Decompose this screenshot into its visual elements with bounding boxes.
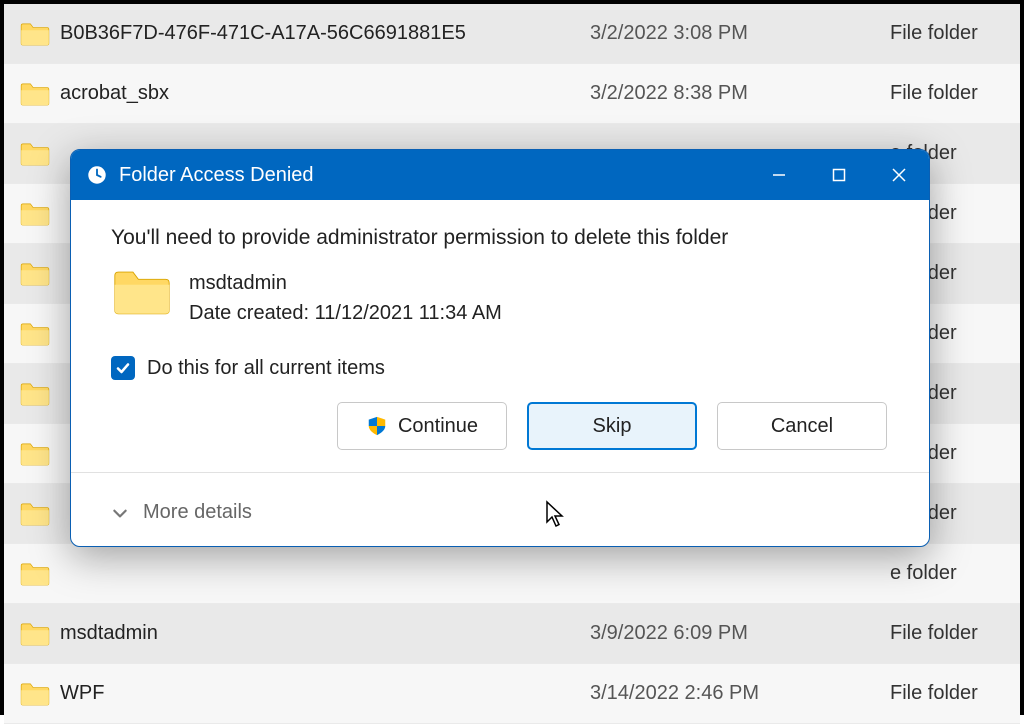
folder-icon (20, 322, 50, 346)
dialog-title: Folder Access Denied (119, 164, 314, 187)
file-type: File folder (890, 22, 1010, 45)
clock-icon (85, 163, 109, 187)
folder-icon (20, 562, 50, 586)
chevron-down-icon (111, 504, 129, 522)
folder-icon (20, 262, 50, 286)
file-name: B0B36F7D-476F-471C-A17A-56C6691881E5 (60, 22, 590, 45)
folder-icon (20, 202, 50, 226)
more-details-label: More details (143, 501, 252, 524)
file-type: File folder (890, 82, 1010, 105)
file-date: 3/14/2022 2:46 PM (590, 682, 890, 705)
folder-icon (20, 442, 50, 466)
folder-icon (20, 142, 50, 166)
button-label: Cancel (771, 415, 833, 438)
folder-icon (20, 502, 50, 526)
folder-icon (20, 622, 50, 646)
checkbox-label: Do this for all current items (147, 357, 385, 380)
folder-icon (113, 268, 171, 316)
file-date: 3/9/2022 6:09 PM (590, 622, 890, 645)
dialog-folder-date: Date created: 11/12/2021 11:34 AM (189, 298, 502, 328)
table-row[interactable]: WPF3/14/2022 2:46 PMFile folder (4, 664, 1020, 724)
file-type: File folder (890, 622, 1010, 645)
table-row[interactable]: B0B36F7D-476F-471C-A17A-56C6691881E53/2/… (4, 4, 1020, 64)
folder-icon (20, 82, 50, 106)
more-details-toggle[interactable]: More details (71, 483, 929, 546)
file-type: File folder (890, 682, 1010, 705)
dialog-titlebar: Folder Access Denied (71, 150, 929, 200)
dialog-folder-name: msdtadmin (189, 268, 502, 298)
table-row[interactable]: msdtadmin3/9/2022 6:09 PMFile folder (4, 604, 1020, 664)
folder-icon (20, 682, 50, 706)
folder-icon (20, 22, 50, 46)
table-row[interactable]: e folder (4, 544, 1020, 604)
file-date: 3/2/2022 3:08 PM (590, 22, 890, 45)
file-type: e folder (890, 562, 1010, 585)
minimize-button[interactable] (749, 150, 809, 200)
skip-button[interactable]: Skip (527, 402, 697, 450)
button-label: Skip (593, 415, 632, 438)
folder-access-denied-dialog: Folder Access Denied You'll need to prov… (70, 149, 930, 547)
button-label: Continue (398, 415, 478, 438)
file-date: 3/2/2022 8:38 PM (590, 82, 890, 105)
file-name: msdtadmin (60, 622, 590, 645)
cancel-button[interactable]: Cancel (717, 402, 887, 450)
close-button[interactable] (869, 150, 929, 200)
checkbox-checked-icon (111, 356, 135, 380)
file-name: WPF (60, 682, 590, 705)
maximize-button[interactable] (809, 150, 869, 200)
do-this-for-all-checkbox[interactable]: Do this for all current items (111, 356, 893, 380)
file-name: acrobat_sbx (60, 82, 590, 105)
table-row[interactable]: acrobat_sbx3/2/2022 8:38 PMFile folder (4, 64, 1020, 124)
uac-shield-icon (366, 415, 388, 437)
folder-icon (20, 382, 50, 406)
continue-button[interactable]: Continue (337, 402, 507, 450)
dialog-message: You'll need to provide administrator per… (111, 226, 893, 250)
